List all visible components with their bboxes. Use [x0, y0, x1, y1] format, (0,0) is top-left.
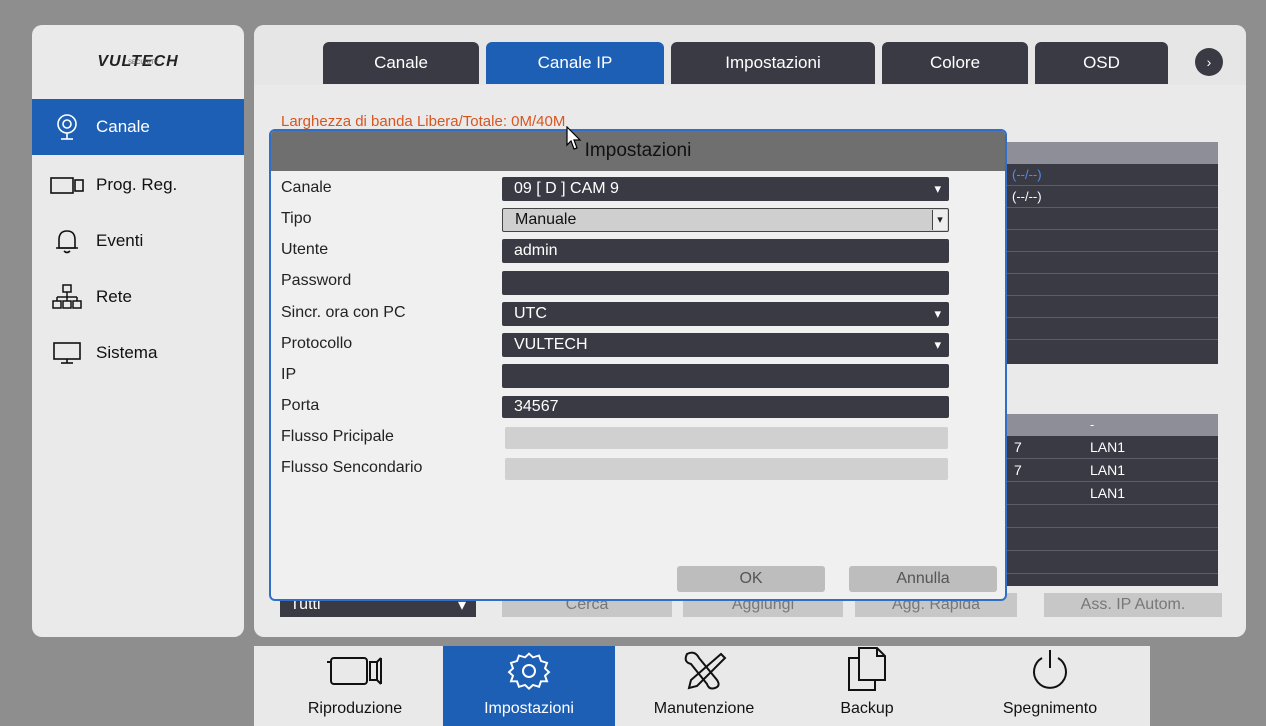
bottom-nav-riproduzione[interactable]: Riproduzione	[272, 646, 438, 726]
user-field[interactable]: admin	[502, 239, 949, 263]
sidebar-item-label: Rete	[96, 287, 132, 306]
main-stream-field	[505, 427, 948, 449]
main-stream-label: Flusso Pricipale	[281, 428, 394, 445]
table-row[interactable]	[1006, 505, 1218, 528]
bottom-nav-spegnimento[interactable]: Spegnimento	[960, 646, 1140, 726]
cell: LAN1	[1090, 485, 1126, 501]
tab-label: OSD	[1083, 53, 1120, 72]
sync-time-label: Sincr. ora con PC	[281, 304, 406, 321]
sidebar-item-rete[interactable]: Rete	[32, 269, 244, 325]
type-select[interactable]: Manuale ▾	[502, 208, 949, 232]
table-row[interactable]	[1006, 274, 1218, 296]
table-row[interactable]: (--/--)	[1006, 186, 1218, 208]
type-label: Tipo	[281, 210, 312, 227]
ip-device-table: (--/--) (--/--)	[1006, 142, 1218, 364]
table-row[interactable]	[1006, 528, 1218, 551]
table-row[interactable]	[1006, 252, 1218, 274]
bottom-nav-label: Manutenzione	[653, 700, 755, 717]
sub-stream-field	[505, 458, 948, 480]
sidebar-item-eventi[interactable]: Eventi	[32, 213, 244, 269]
chevron-right-icon: ›	[1206, 54, 1212, 70]
user-label: Utente	[281, 241, 329, 258]
table-row[interactable]: (--/--)	[1006, 164, 1218, 186]
copy-documents-icon	[848, 647, 886, 691]
cell: LAN1	[1090, 439, 1126, 455]
password-field[interactable]	[502, 271, 949, 295]
sidebar-item-label: Eventi	[96, 231, 144, 250]
tab-osd[interactable]: OSD	[1035, 42, 1168, 84]
tab-label: Canale IP	[537, 53, 613, 72]
sidebar-item-canale[interactable]: Canale	[32, 99, 244, 155]
column-header: -	[1090, 417, 1095, 432]
sidebar-item-label: Prog. Reg.	[96, 175, 178, 194]
table-row[interactable]: 7 LAN1	[1006, 436, 1218, 459]
tab-canale-ip[interactable]: Canale IP	[486, 42, 664, 84]
cell: 7	[1014, 462, 1022, 478]
tab-next-button[interactable]: ›	[1195, 48, 1223, 76]
sidebar-item-label: Canale	[96, 117, 150, 136]
table-row[interactable]	[1006, 551, 1218, 574]
tab-label: Impostazioni	[725, 53, 821, 72]
tools-icon	[684, 651, 727, 690]
protocol-select[interactable]: VULTECH	[502, 333, 949, 357]
network-icon	[50, 284, 84, 310]
table-row[interactable]	[1006, 230, 1218, 252]
video-camera-icon	[50, 172, 84, 198]
tab-colore[interactable]: Colore	[882, 42, 1028, 84]
chevron-down-icon: ▾	[932, 210, 947, 230]
bottom-nav-label: Impostazioni	[484, 700, 574, 717]
table-row[interactable]: 7 LAN1	[1006, 459, 1218, 482]
tab-label: Canale	[374, 53, 428, 72]
bottom-nav-label: Riproduzione	[307, 700, 403, 717]
bell-icon	[50, 228, 84, 254]
channel-label: Canale	[281, 179, 332, 196]
ip-label: IP	[281, 366, 297, 383]
bottom-nav-backup[interactable]: Backup	[792, 646, 942, 726]
auto-ip-button[interactable]: Ass. IP Autom.	[1044, 593, 1222, 617]
ok-button[interactable]: OK	[677, 566, 825, 592]
cancel-button[interactable]: Annulla	[849, 566, 997, 592]
playback-camera-icon	[327, 657, 382, 685]
mouse-cursor-icon	[566, 126, 582, 150]
table-header: -	[1006, 414, 1218, 436]
tab-canale[interactable]: Canale	[323, 42, 479, 84]
cell: LAN1	[1090, 462, 1126, 478]
bandwidth-status: Larghezza di banda Libera/Totale: 0M/40M	[281, 113, 566, 130]
table-header	[1006, 142, 1218, 164]
table-row[interactable]	[1006, 208, 1218, 230]
sidebar-item-sistema[interactable]: Sistema	[32, 325, 244, 381]
table-row[interactable]	[1006, 296, 1218, 318]
dialog-title: Impostazioni	[271, 131, 1005, 171]
tab-label: Colore	[929, 53, 981, 72]
sub-stream-label: Flusso Sencondario	[281, 459, 423, 476]
table-row[interactable]	[1006, 318, 1218, 340]
sync-time-select[interactable]: UTC	[502, 302, 949, 326]
ip-field[interactable]	[502, 364, 949, 388]
bottom-nav-label: Spegnimento	[1002, 700, 1098, 717]
bottom-nav-impostazioni[interactable]: Impostazioni	[443, 646, 615, 726]
password-label: Password	[281, 272, 352, 289]
table-row[interactable]: LAN1	[1006, 482, 1218, 505]
protocol-label: Protocollo	[281, 335, 353, 352]
port-label: Porta	[281, 397, 320, 414]
type-select-value: Manuale	[515, 211, 577, 228]
sidebar-item-prog-reg[interactable]: Prog. Reg.	[32, 157, 244, 213]
bottom-nav-label: Backup	[840, 700, 894, 717]
sidebar-item-label: Sistema	[96, 343, 158, 362]
monitor-icon	[50, 340, 84, 366]
search-results-table: - 7 LAN1 7 LAN1 LAN1	[1006, 414, 1218, 586]
bottom-nav-manutenzione[interactable]: Manutenzione	[623, 646, 785, 726]
camera-icon	[50, 114, 84, 140]
channel-select[interactable]: 09 [ D ] CAM 9	[502, 177, 949, 201]
power-icon	[1033, 650, 1067, 689]
cell: 7	[1014, 439, 1022, 455]
tab-impostazioni[interactable]: Impostazioni	[671, 42, 875, 84]
settings-gear-icon	[507, 652, 551, 690]
brand-logo-sub: SECURITY	[128, 60, 159, 66]
port-field[interactable]: 34567	[502, 396, 949, 418]
